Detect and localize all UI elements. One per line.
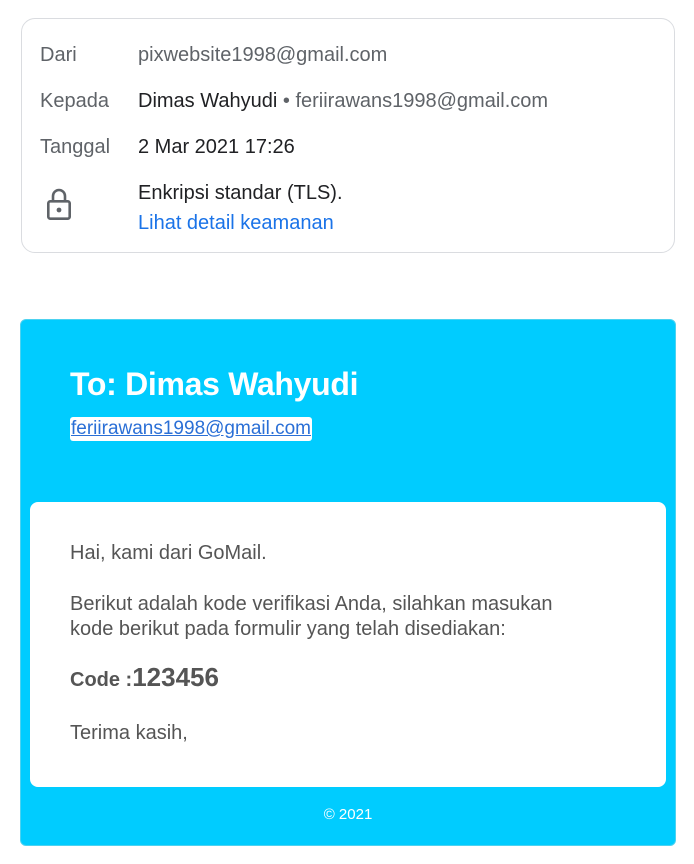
closing-text: Terima kasih, xyxy=(70,722,188,744)
verification-code: Code :123456 xyxy=(70,662,219,693)
instruction-line-2: kode berikut pada formulir yang telah di… xyxy=(70,618,506,640)
email-heading: To: Dimas Wahyudi xyxy=(70,366,359,402)
date-label: Tanggal xyxy=(40,136,111,158)
from-address[interactable]: pixwebsite1998@gmail.com xyxy=(138,43,387,67)
to-name: Dimas Wahyudi xyxy=(138,90,278,112)
security-text: Enkripsi standar (TLS). xyxy=(138,182,343,204)
date-value: 2 Mar 2021 17:26 xyxy=(138,136,295,158)
security-details-link[interactable]: Lihat detail keamanan xyxy=(138,211,334,235)
instruction-line-1: Berikut adalah kode verifikasi Anda, sil… xyxy=(70,593,553,615)
greeting-text: Hai, kami dari GoMail. xyxy=(70,542,267,564)
code-label: Code : xyxy=(70,669,133,691)
to-separator: • xyxy=(282,90,290,112)
footer-copyright: © 2021 xyxy=(323,806,373,823)
code-value: 123456 xyxy=(132,662,219,692)
lock-icon xyxy=(46,188,71,220)
recipient-email-link[interactable]: feriirawans1998@gmail.com xyxy=(70,417,312,441)
from-label: Dari xyxy=(40,44,77,66)
message-details-card: Dari pixwebsite1998@gmail.com Kepada Dim… xyxy=(21,18,675,253)
instruction-text: Berikut adalah kode verifikasi Anda, sil… xyxy=(70,592,553,642)
message-content-card: Hai, kami dari GoMail. Berikut adalah ko… xyxy=(30,502,666,787)
email-body-panel: To: Dimas Wahyudi feriirawans1998@gmail.… xyxy=(20,319,676,846)
to-email: feriirawans1998@gmail.com xyxy=(295,90,549,112)
to-value[interactable]: Dimas Wahyudi • feriirawans1998@gmail.co… xyxy=(138,89,548,113)
to-label: Kepada xyxy=(40,90,109,112)
